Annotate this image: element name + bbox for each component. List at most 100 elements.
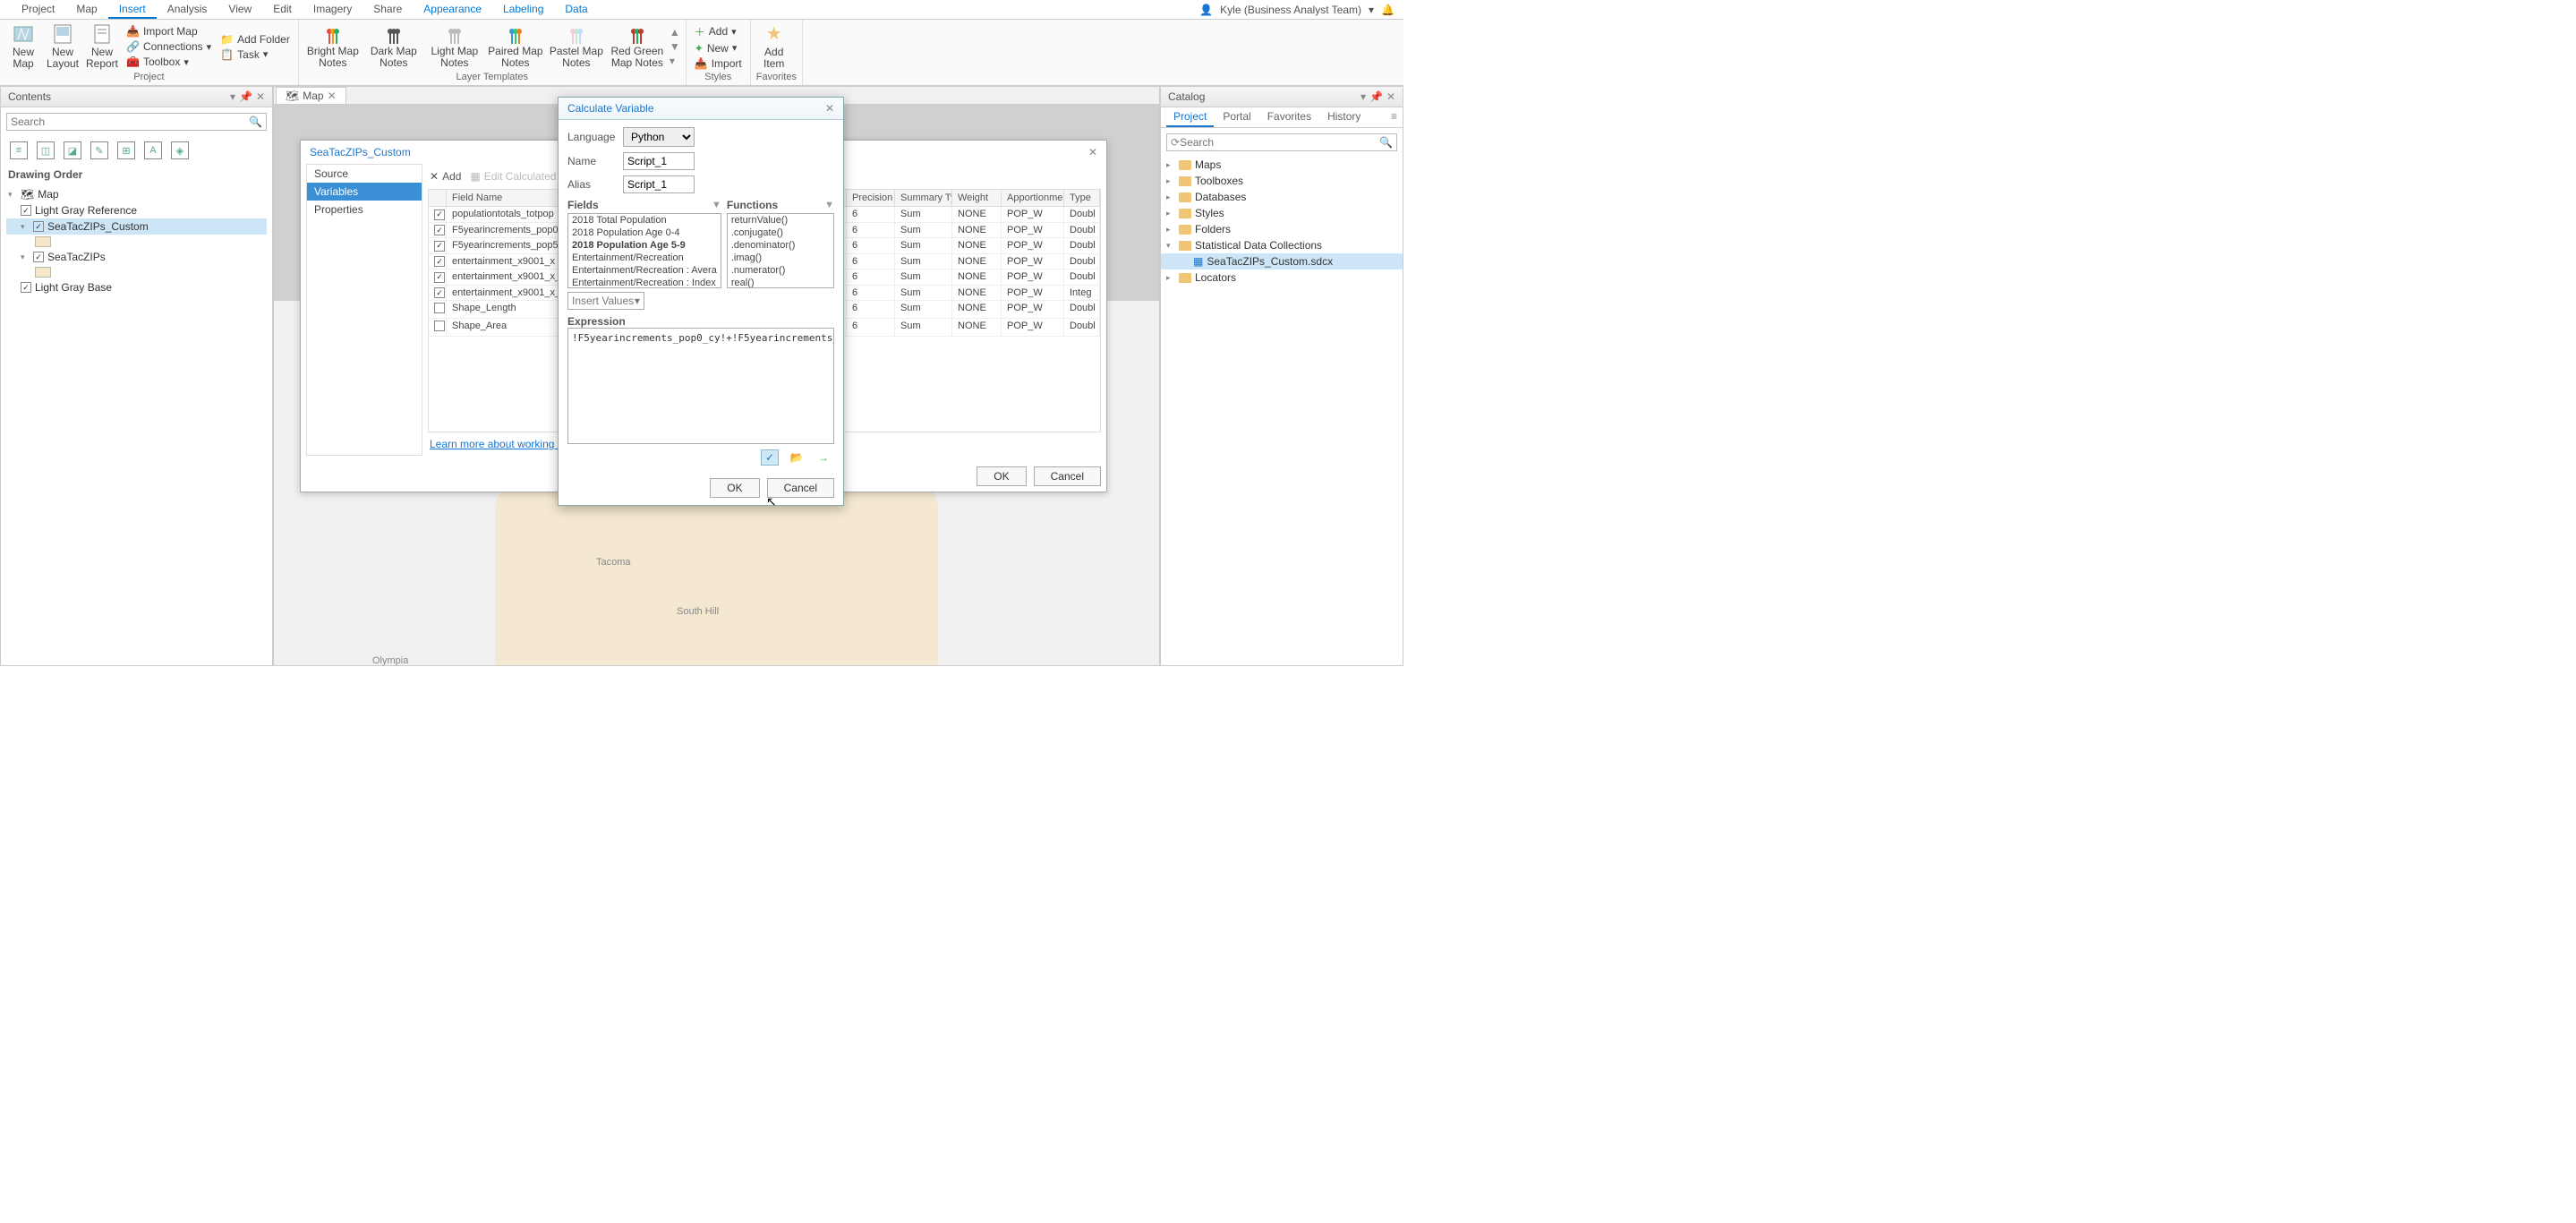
list-item[interactable]: real()	[728, 277, 833, 288]
dropdown-icon[interactable]: ▾	[1361, 90, 1366, 103]
cancel-button[interactable]: Cancel	[767, 478, 834, 498]
cancel-button[interactable]: Cancel	[1034, 466, 1101, 486]
load-icon[interactable]: 📂	[788, 449, 806, 466]
col-weight[interactable]: Weight	[952, 190, 1002, 206]
template-light[interactable]: Light Map Notes	[426, 24, 483, 69]
tab-view[interactable]: View	[218, 0, 262, 19]
add-button[interactable]: ✕Add	[430, 170, 461, 183]
fields-list[interactable]: 2018 Total Population2018 Population Age…	[567, 213, 721, 288]
close-icon[interactable]: ✕	[825, 102, 834, 115]
cat-locators[interactable]: ▸Locators	[1161, 269, 1403, 286]
tree-map[interactable]: ▾🗺Map	[6, 186, 267, 202]
filter-icon[interactable]: ▼	[712, 200, 721, 210]
list-by-perspective-icon[interactable]: ◈	[171, 141, 189, 159]
template-dark[interactable]: Dark Map Notes	[365, 24, 422, 69]
import-map-button[interactable]: 📥Import Map	[124, 24, 214, 38]
checkbox[interactable]	[434, 241, 445, 252]
checkbox[interactable]	[21, 282, 31, 293]
search-input[interactable]	[1180, 136, 1379, 149]
cat-maps[interactable]: ▸Maps	[1161, 157, 1403, 173]
menu-icon[interactable]: ≡	[1386, 107, 1403, 127]
list-item[interactable]: Entertainment/Recreation : Index	[568, 277, 721, 288]
list-item[interactable]: 2018 Population Age 0-4	[568, 227, 721, 239]
task-button[interactable]: 📋Task ▾	[218, 47, 293, 62]
list-item[interactable]: .numerator()	[728, 264, 833, 277]
connections-button[interactable]: 🔗Connections ▾	[124, 39, 214, 54]
tab-share[interactable]: Share	[363, 0, 413, 19]
template-paired[interactable]: Paired Map Notes	[487, 24, 544, 69]
list-item[interactable]: .conjugate()	[728, 227, 833, 239]
checkbox[interactable]	[434, 225, 445, 235]
cat-folders[interactable]: ▸Folders	[1161, 221, 1403, 237]
tab-imagery[interactable]: Imagery	[303, 0, 363, 19]
tab-project[interactable]: Project	[11, 0, 65, 19]
style-add-button[interactable]: ＋Add ▾	[692, 23, 745, 40]
search-icon[interactable]: 🔍	[1379, 136, 1393, 149]
add-folder-button[interactable]: 📁Add Folder	[218, 32, 293, 47]
list-item[interactable]: 2018 Total Population	[568, 214, 721, 227]
checkbox[interactable]	[434, 287, 445, 298]
side-properties[interactable]: Properties	[307, 201, 422, 218]
list-by-source-icon[interactable]: ◫	[37, 141, 55, 159]
col-apportion[interactable]: Apportionment	[1002, 190, 1064, 206]
new-map-button[interactable]: New Map	[5, 21, 41, 72]
checkbox[interactable]	[21, 205, 31, 216]
tab-insert[interactable]: Insert	[108, 0, 157, 19]
cat-styles[interactable]: ▸Styles	[1161, 205, 1403, 221]
tab-edit[interactable]: Edit	[262, 0, 303, 19]
tree-light-gray-base[interactable]: Light Gray Base	[6, 279, 267, 295]
close-icon[interactable]: ✕	[1386, 90, 1395, 103]
catalog-tab-portal[interactable]: Portal	[1215, 107, 1258, 127]
col-summary[interactable]: Summary Type	[895, 190, 952, 206]
name-input[interactable]	[623, 152, 695, 170]
list-item[interactable]: Entertainment/Recreation	[568, 252, 721, 264]
search-input[interactable]	[11, 115, 249, 128]
cat-sdcx-file[interactable]: ▦SeaTacZIPs_Custom.sdcx	[1161, 253, 1403, 269]
list-by-snapping-icon[interactable]: ⊞	[117, 141, 135, 159]
add-item-button[interactable]: ★ Add Item	[756, 21, 792, 72]
tab-labeling[interactable]: Labeling	[492, 0, 554, 19]
filter-icon[interactable]: ▼	[824, 200, 834, 210]
tab-data[interactable]: Data	[554, 0, 598, 19]
validate-icon[interactable]: ✓	[761, 449, 779, 466]
expression-input[interactable]: !F5yearincrements_pop0_cy!+!F5yearincrem…	[567, 328, 834, 444]
close-icon[interactable]: ✕	[256, 90, 265, 103]
template-bright[interactable]: Bright Map Notes	[304, 24, 362, 69]
list-by-labeling-icon[interactable]: A	[144, 141, 162, 159]
dropdown-icon[interactable]: ▾	[230, 90, 235, 103]
toolbox-button[interactable]: 🧰Toolbox ▾	[124, 55, 214, 69]
checkbox[interactable]	[434, 210, 445, 220]
export-icon[interactable]: →	[815, 449, 832, 466]
col-precision[interactable]: Precision	[847, 190, 895, 206]
list-item[interactable]: .denominator()	[728, 239, 833, 252]
side-variables[interactable]: Variables	[307, 183, 422, 201]
alias-input[interactable]	[623, 175, 695, 193]
template-redgreen[interactable]: Red Green Map Notes	[609, 24, 666, 69]
list-item[interactable]: Entertainment/Recreation : Avera	[568, 264, 721, 277]
list-by-drawing-icon[interactable]: ≡	[10, 141, 28, 159]
checkbox[interactable]	[434, 272, 445, 283]
tree-seatac-zips[interactable]: ▾SeaTacZIPs	[6, 249, 267, 265]
notifications-icon[interactable]: 🔔	[1381, 4, 1395, 16]
gallery-up-icon[interactable]: ▲	[670, 26, 680, 38]
cat-toolboxes[interactable]: ▸Toolboxes	[1161, 173, 1403, 189]
col-type[interactable]: Type	[1064, 190, 1100, 206]
list-item[interactable]: 2018 Population Age 5-9	[568, 239, 721, 252]
close-icon[interactable]: ✕	[1088, 146, 1097, 158]
checkbox[interactable]	[33, 221, 44, 232]
new-report-button[interactable]: New Report	[84, 21, 120, 72]
checkbox[interactable]	[434, 256, 445, 267]
style-import-button[interactable]: 📥Import	[692, 56, 745, 71]
checkbox[interactable]	[434, 321, 445, 331]
search-icon[interactable]: 🔍	[249, 115, 262, 128]
catalog-search[interactable]: ⟳ 🔍	[1166, 133, 1397, 151]
style-new-button[interactable]: ✦New ▾	[692, 41, 745, 56]
gallery-more-icon[interactable]: ▾	[670, 55, 680, 67]
language-select[interactable]: Python	[623, 127, 695, 147]
close-icon[interactable]: ✕	[328, 90, 337, 102]
tree-light-gray-ref[interactable]: Light Gray Reference	[6, 202, 267, 218]
gallery-down-icon[interactable]: ▼	[670, 40, 680, 53]
cat-sdc[interactable]: ▾Statistical Data Collections	[1161, 237, 1403, 253]
catalog-tab-favorites[interactable]: Favorites	[1260, 107, 1318, 127]
checkbox[interactable]	[434, 303, 445, 313]
